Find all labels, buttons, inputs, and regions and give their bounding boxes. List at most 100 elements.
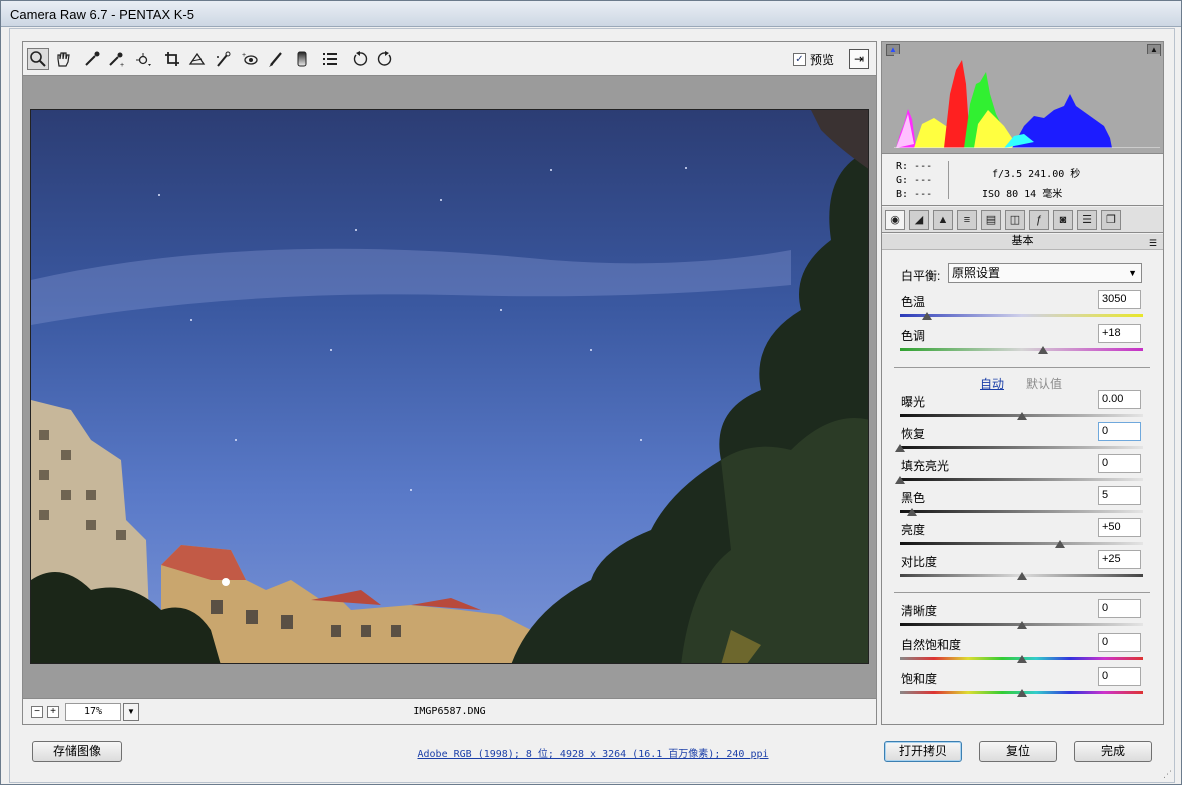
tab-split-toning-icon[interactable]: ▤: [981, 210, 1001, 230]
adjustments-panel: ▲ ▲ R: --- G: --- B: --- f/3.5 241.00 秒 …: [881, 41, 1164, 725]
tint-label: 色调: [901, 329, 926, 343]
fill-light-value-field[interactable]: 0: [1098, 454, 1141, 473]
white-balance-label: 白平衡:: [901, 269, 941, 283]
clarity-slider-thumb[interactable]: [1016, 621, 1027, 629]
fullscreen-icon[interactable]: ⇥: [849, 49, 869, 69]
auto-link[interactable]: 自动: [980, 375, 1004, 392]
tab-snapshots-icon[interactable]: ❐: [1101, 210, 1121, 230]
contrast-value-field[interactable]: +25: [1098, 550, 1141, 569]
white-balance-select[interactable]: 原照设置 ▼: [948, 263, 1142, 283]
brightness-slider[interactable]: [900, 542, 1143, 545]
temperature-value-field[interactable]: 3050: [1098, 290, 1141, 309]
default-link[interactable]: 默认值: [1026, 375, 1062, 392]
vibrance-value-field[interactable]: 0: [1098, 633, 1141, 652]
tab-camera-calibration-icon[interactable]: ◙: [1053, 210, 1073, 230]
panel-menu-icon[interactable]: ☰: [1149, 236, 1157, 251]
graduated-filter-icon[interactable]: [291, 48, 313, 70]
separator: [894, 592, 1150, 593]
window-title: Camera Raw 6.7 - PENTAX K-5: [10, 7, 194, 22]
svg-text:+: +: [120, 62, 124, 68]
crop-icon[interactable]: [161, 48, 183, 70]
iso-focal-length: ISO 80 14 毫米: [982, 189, 1063, 200]
title-bar: Camera Raw 6.7 - PENTAX K-5: [1, 1, 1181, 27]
resize-grip-icon[interactable]: ⋰: [1163, 769, 1172, 780]
preview-toggle[interactable]: ✓ 预览: [793, 51, 834, 68]
exposure-label: 曝光: [901, 395, 926, 409]
tab-lens-corrections-icon[interactable]: ◫: [1005, 210, 1025, 230]
rotate-cw-icon[interactable]: [374, 48, 396, 70]
tab-detail-icon[interactable]: ▲: [933, 210, 953, 230]
tint-value-field[interactable]: +18: [1098, 324, 1141, 343]
color-sampler-icon[interactable]: +: [105, 48, 127, 70]
readout-r: R: ---: [896, 161, 933, 172]
recovery-slider-thumb[interactable]: [895, 444, 905, 452]
exposure-slider-thumb[interactable]: [1016, 412, 1027, 420]
blacks-label: 黑色: [901, 491, 926, 505]
brightness-label: 亮度: [901, 523, 926, 537]
white-balance-icon[interactable]: [81, 48, 103, 70]
adjustment-brush-icon[interactable]: [265, 48, 287, 70]
blacks-value-field[interactable]: 5: [1098, 486, 1141, 505]
file-name: IMGP6587.DNG: [413, 706, 486, 717]
reset-button[interactable]: 复位: [979, 741, 1057, 762]
done-button[interactable]: 完成: [1074, 741, 1152, 762]
temperature-slider[interactable]: [900, 314, 1143, 317]
preview-label: 预览: [810, 53, 835, 67]
saturation-value-field[interactable]: 0: [1098, 667, 1141, 686]
recovery-value-field[interactable]: 0: [1098, 422, 1141, 441]
saturation-label: 饱和度: [901, 672, 938, 686]
chevron-down-icon: ▼: [1128, 268, 1137, 278]
vibrance-label: 自然饱和度: [901, 638, 962, 652]
blacks-slider[interactable]: [900, 510, 1143, 513]
temperature-slider-thumb[interactable]: [921, 312, 932, 320]
aperture-shutter: f/3.5 241.00 秒: [992, 169, 1081, 180]
tint-slider[interactable]: [900, 348, 1143, 351]
contrast-label: 对比度: [901, 555, 938, 569]
blacks-slider-thumb[interactable]: [907, 508, 918, 516]
target-adjust-icon[interactable]: [133, 48, 155, 70]
tab-presets-icon[interactable]: ☰: [1077, 210, 1097, 230]
zoom-icon[interactable]: [27, 48, 49, 70]
rotate-ccw-icon[interactable]: [349, 48, 371, 70]
panel-title: 基本 ☰: [882, 234, 1163, 250]
spot-removal-icon[interactable]: [212, 48, 234, 70]
status-bar: − + 17% ▼ IMGP6587.DNG: [23, 698, 876, 724]
preview-panel: + + ✓ 预览 ⇥ − + 17% ▼ IMGP6587.DNG: [22, 41, 877, 725]
temperature-label: 色温: [901, 295, 926, 309]
brightness-slider-thumb[interactable]: [1055, 540, 1066, 548]
recovery-label: 恢复: [901, 427, 926, 441]
fill-light-slider-thumb[interactable]: [895, 476, 905, 484]
tab-hsl-icon[interactable]: ≡: [957, 210, 977, 230]
pixel-readout: R: --- G: --- B: --- f/3.5 241.00 秒 ISO …: [882, 155, 1163, 206]
saturation-slider-thumb[interactable]: [1016, 689, 1027, 697]
red-eye-icon[interactable]: +: [239, 48, 261, 70]
brightness-value-field[interactable]: +50: [1098, 518, 1141, 537]
hand-icon[interactable]: [52, 48, 74, 70]
separator: [894, 367, 1150, 368]
client-area: + + ✓ 预览 ⇥ − + 17% ▼ IMGP6587.DNG ▲ ▲ R:…: [9, 28, 1175, 783]
open-copy-button[interactable]: 打开拷贝: [884, 741, 962, 762]
contrast-slider-thumb[interactable]: [1016, 572, 1027, 580]
image-preview: [30, 109, 869, 664]
straighten-icon[interactable]: [186, 48, 208, 70]
clarity-value-field[interactable]: 0: [1098, 599, 1141, 618]
readout-b: B: ---: [896, 189, 933, 200]
tab-tone-curve-icon[interactable]: ◢: [909, 210, 929, 230]
tint-slider-thumb[interactable]: [1038, 346, 1049, 354]
camera-raw-window: Camera Raw 6.7 - PENTAX K-5 + + ✓ 预览 ⇥ −…: [0, 0, 1182, 785]
tab-basic-icon[interactable]: ◉: [885, 210, 905, 230]
histogram: ▲ ▲: [882, 42, 1163, 154]
recovery-slider[interactable]: [900, 446, 1143, 449]
readout-divider: [948, 161, 949, 199]
readout-g: G: ---: [896, 175, 933, 186]
fill-light-slider[interactable]: [900, 478, 1143, 481]
white-balance-value: 原照设置: [952, 266, 1001, 280]
tab-effects-icon[interactable]: ƒ: [1029, 210, 1049, 230]
panel-title-text: 基本: [1011, 235, 1034, 247]
vibrance-slider-thumb[interactable]: [1016, 655, 1027, 663]
preview-checkbox[interactable]: ✓: [793, 53, 806, 66]
preferences-icon[interactable]: [319, 48, 341, 70]
svg-text:+: +: [242, 52, 246, 59]
exposure-value-field[interactable]: 0.00: [1098, 390, 1141, 409]
fill-light-label: 填充亮光: [901, 459, 950, 473]
